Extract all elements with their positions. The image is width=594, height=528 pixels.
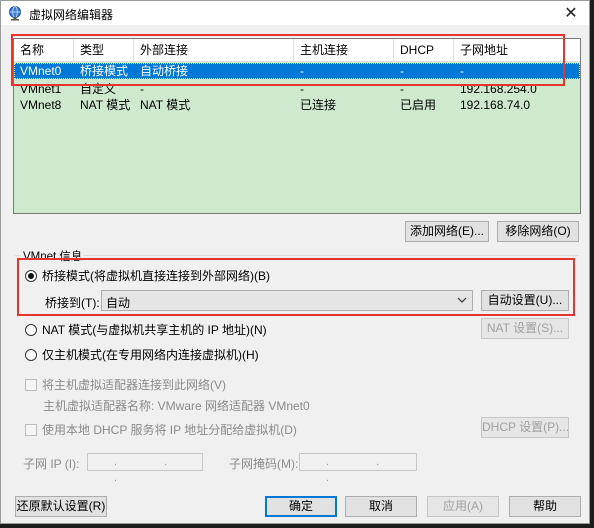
radio-unchecked-icon <box>25 323 37 336</box>
close-icon: ✕ <box>564 5 578 22</box>
connect-host-adapter-label: 将主机虚拟适配器连接到此网络(V) <box>42 378 226 392</box>
column-header-dhcp[interactable]: DHCP <box>394 39 454 61</box>
cell-host: - <box>300 64 304 78</box>
cell-dhcp: - <box>400 82 404 96</box>
connect-host-adapter-checkbox[interactable]: 将主机虚拟适配器连接到此网络(V) <box>25 376 226 393</box>
nat-settings-button[interactable]: NAT 设置(S)... <box>481 318 569 339</box>
cell-name: VMnet8 <box>20 98 62 112</box>
host-only-mode-label: 仅主机模式(在专用网络内连接虚拟机)(H) <box>42 348 259 362</box>
cell-external: 自动桥接 <box>140 64 189 78</box>
cell-host: 已连接 <box>300 98 337 112</box>
cell-external: NAT 模式 <box>140 98 191 112</box>
use-local-dhcp-label: 使用本地 DHCP 服务将 IP 地址分配给虚拟机(D) <box>42 423 297 437</box>
bridged-to-select[interactable]: 自动 <box>101 290 473 311</box>
column-header-name[interactable]: 名称 <box>14 39 74 61</box>
cell-external: - <box>140 82 144 96</box>
cell-name: VMnet1 <box>20 82 62 96</box>
bridged-to-label: 桥接到(T): <box>45 296 100 310</box>
cell-dhcp: - <box>400 64 404 78</box>
title-bar: 虚拟网络编辑器 ✕ <box>1 1 589 25</box>
dhcp-settings-button[interactable]: DHCP 设置(P)... <box>481 417 569 438</box>
cell-host: - <box>300 82 304 96</box>
restore-defaults-button[interactable]: 还原默认设置(R) <box>15 496 107 517</box>
cell-type: 自定义 <box>80 82 117 96</box>
checkbox-icon <box>25 378 37 391</box>
auto-settings-button[interactable]: 自动设置(U)... <box>481 290 569 311</box>
cell-subnet: - <box>460 64 464 78</box>
nat-mode-radio[interactable]: NAT 模式(与虚拟机共享主机的 IP 地址)(N) <box>25 321 267 338</box>
subnet-ip-label: 子网 IP (I): <box>23 457 80 471</box>
subnet-ip-input[interactable]: . . . <box>87 453 203 484</box>
column-header-external[interactable]: 外部连接 <box>134 39 294 61</box>
bridged-mode-radio[interactable]: 桥接模式(将虚拟机直接连接到外部网络)(B) <box>25 267 270 284</box>
column-header-type[interactable]: 类型 <box>74 39 134 61</box>
table-row[interactable]: VMnet0 桥接模式 自动桥接 - - - <box>14 63 580 79</box>
radio-checked-icon <box>25 269 37 282</box>
host-only-mode-radio[interactable]: 仅主机模式(在专用网络内连接虚拟机)(H) <box>25 346 259 363</box>
column-header-subnet[interactable]: 子网地址 <box>454 39 554 61</box>
network-globe-icon <box>9 6 21 21</box>
use-local-dhcp-checkbox[interactable]: 使用本地 DHCP 服务将 IP 地址分配给虚拟机(D) <box>25 421 297 438</box>
table-row[interactable]: VMnet8 NAT 模式 NAT 模式 已连接 已启用 192.168.74.… <box>14 97 580 113</box>
radio-unchecked-icon <box>25 348 37 361</box>
group-divider <box>15 255 579 256</box>
add-network-button[interactable]: 添加网络(E)... <box>405 221 489 242</box>
vmnet-info-title: VMnet 信息 <box>21 248 85 264</box>
subnet-mask-input[interactable]: . . . <box>299 453 417 484</box>
column-header-host[interactable]: 主机连接 <box>294 39 394 61</box>
cell-dhcp: 已启用 <box>400 98 437 112</box>
cell-subnet: 192.168.254.0 <box>460 82 537 96</box>
virtual-network-editor-window: 虚拟网络编辑器 ✕ 名称 类型 外部连接 主机连接 DHCP 子网地址 VMne… <box>0 0 590 524</box>
subnet-mask-label: 子网掩码(M): <box>229 457 299 471</box>
help-button[interactable]: 帮助 <box>509 496 581 517</box>
checkbox-icon <box>25 423 37 436</box>
nat-mode-label: NAT 模式(与虚拟机共享主机的 IP 地址)(N) <box>42 323 267 337</box>
ok-button[interactable]: 确定 <box>265 496 337 517</box>
subnet-ip-dots: . . . <box>114 456 190 484</box>
cell-type: NAT 模式 <box>80 98 131 112</box>
close-button[interactable]: ✕ <box>553 1 589 25</box>
window-title: 虚拟网络编辑器 <box>29 8 114 22</box>
apply-button[interactable]: 应用(A) <box>427 496 499 517</box>
table-row[interactable]: VMnet1 自定义 - - - 192.168.254.0 <box>14 81 580 97</box>
remove-network-button[interactable]: 移除网络(O) <box>497 221 579 242</box>
table-header: 名称 类型 外部连接 主机连接 DHCP 子网地址 <box>14 39 580 62</box>
network-table[interactable]: 名称 类型 外部连接 主机连接 DHCP 子网地址 VMnet0 桥接模式 自动… <box>13 38 581 214</box>
cell-type: 桥接模式 <box>80 64 129 78</box>
bridged-mode-label: 桥接模式(将虚拟机直接连接到外部网络)(B) <box>42 269 270 283</box>
cell-name: VMnet0 <box>20 64 62 78</box>
subnet-mask-dots: . . . <box>326 456 402 484</box>
cell-subnet: 192.168.74.0 <box>460 98 531 112</box>
cancel-button[interactable]: 取消 <box>345 496 417 517</box>
chevron-down-icon <box>457 297 467 303</box>
bridged-to-value: 自动 <box>106 296 131 310</box>
adapter-name-label: 主机虚拟适配器名称: VMware 网络适配器 VMnet0 <box>43 399 310 413</box>
